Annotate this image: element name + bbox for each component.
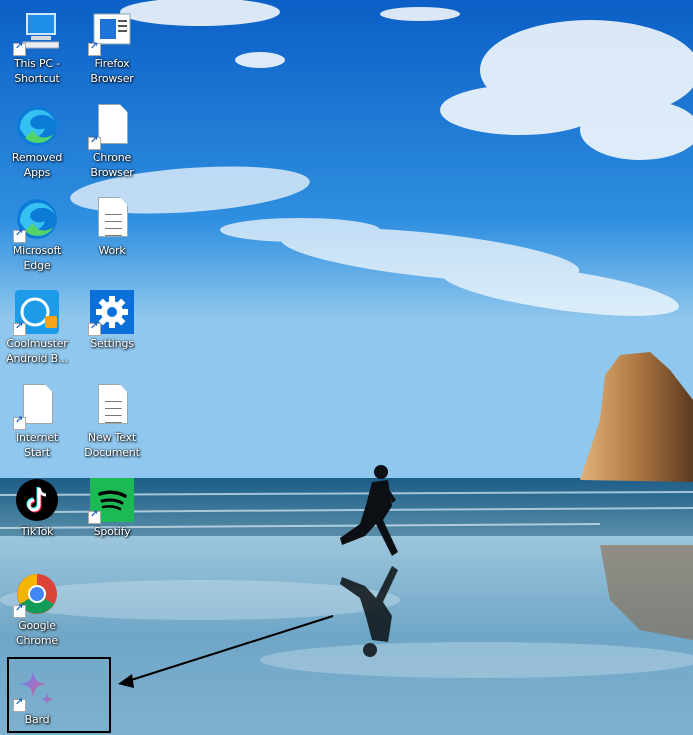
- this-pc-shortcut-icon[interactable]: This PC - Shortcut: [2, 10, 72, 86]
- icon-label: Spotify: [93, 525, 131, 538]
- icon-label: Removed Apps: [11, 151, 63, 179]
- work-file-icon[interactable]: Work: [77, 197, 147, 258]
- removed-apps-icon[interactable]: Removed Apps: [2, 104, 72, 180]
- icon-label: This PC - Shortcut: [14, 57, 60, 85]
- computer-icon: [13, 10, 60, 56]
- tiktok-icon[interactable]: TikTok: [2, 478, 72, 539]
- icon-label: Work: [98, 244, 126, 257]
- icon-label: Internet Start: [15, 431, 59, 459]
- sparkle-icon: [13, 666, 59, 712]
- coolmuster-icon[interactable]: Coolmuster Android B...: [2, 290, 72, 366]
- text-file-icon: [90, 197, 134, 241]
- icon-label: Settings: [90, 337, 134, 350]
- icon-label: Chrone Browser: [90, 151, 134, 179]
- microsoft-edge-icon[interactable]: Microsoft Edge: [2, 197, 72, 273]
- icon-label: Google Chrome: [16, 619, 58, 647]
- new-text-document-icon[interactable]: New Text Document: [77, 384, 147, 460]
- settings-icon[interactable]: Settings: [77, 290, 147, 351]
- icon-label: Microsoft Edge: [12, 244, 62, 272]
- google-chrome-icon[interactable]: Google Chrome: [2, 572, 72, 648]
- spotify-app-icon: [88, 478, 134, 524]
- bard-icon[interactable]: Bard: [2, 666, 72, 727]
- gear-icon: [88, 290, 134, 336]
- icon-label: Coolmuster Android B...: [6, 337, 68, 365]
- firefox-browser-icon[interactable]: Firefox Browser: [77, 10, 147, 86]
- chrone-browser-icon[interactable]: Chrone Browser: [77, 104, 147, 180]
- coolmuster-app-icon: [13, 290, 59, 336]
- edge-icon: [15, 104, 59, 148]
- edge-icon: [13, 197, 59, 243]
- spotify-icon[interactable]: Spotify: [77, 478, 147, 539]
- icon-label: New Text Document: [84, 431, 140, 459]
- text-file-icon: [90, 384, 134, 428]
- internet-start-icon[interactable]: Internet Start: [2, 384, 72, 460]
- icon-label: Bard: [24, 713, 50, 726]
- tiktok-app-icon: [15, 478, 59, 522]
- blue-document-icon: [88, 10, 134, 56]
- chrome-icon: [13, 572, 59, 618]
- icon-label: TikTok: [20, 525, 54, 538]
- blank-file-icon: [88, 104, 134, 150]
- blank-file-icon: [13, 384, 59, 430]
- icon-label: Firefox Browser: [90, 57, 134, 85]
